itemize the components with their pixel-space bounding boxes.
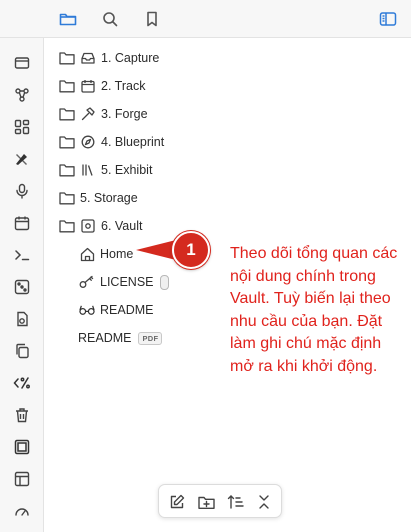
tabs-icon[interactable] [10, 51, 34, 75]
folder-row[interactable]: 3. Forge [59, 102, 148, 126]
file-row-license[interactable]: LICENSE [79, 270, 169, 294]
folder-icon [59, 190, 75, 206]
folder-row-open[interactable]: 6. Vault [59, 214, 142, 238]
sidebar-toggle-icon[interactable] [376, 7, 400, 31]
key-icon [79, 274, 95, 290]
collapse-icon[interactable] [254, 492, 274, 512]
folder-label: 6. Vault [101, 219, 143, 233]
file-row-home[interactable]: Home [79, 242, 133, 266]
glasses-icon [79, 302, 95, 318]
terminal-icon[interactable] [10, 243, 34, 267]
percent-icon[interactable] [10, 371, 34, 395]
left-ribbon [0, 38, 44, 532]
sort-icon[interactable] [225, 492, 245, 512]
folder-label: 3. Forge [101, 107, 148, 121]
safe-icon [80, 218, 96, 234]
inbox-icon [80, 50, 96, 66]
dice-icon[interactable] [10, 275, 34, 299]
calendar-icon [80, 78, 96, 94]
graph-icon[interactable] [10, 83, 34, 107]
folder-label: 4. Blueprint [101, 135, 165, 149]
folder-row[interactable]: 5. Storage [59, 186, 138, 210]
library-icon [80, 162, 96, 178]
callout-note: Theo dõi tổng quan các nội dung chính tr… [230, 245, 398, 375]
template-icon[interactable] [10, 467, 34, 491]
new-folder-icon[interactable] [196, 492, 216, 512]
file-row-readme-pdf[interactable]: README PDF [78, 326, 163, 350]
bookmark-icon[interactable] [140, 7, 164, 31]
search-icon[interactable] [98, 7, 122, 31]
folder-row[interactable]: 5. Exhibit [59, 158, 152, 182]
folder-row[interactable]: 1. Capture [59, 46, 159, 70]
import-icon[interactable] [10, 307, 34, 331]
folder-icon [59, 78, 75, 94]
explorer-bottom-toolbar [158, 484, 282, 518]
compass-icon [80, 134, 96, 150]
callout-arrow [136, 240, 176, 260]
file-label: README [100, 303, 154, 317]
gauge-icon[interactable] [10, 499, 34, 523]
folder-label: 1. Capture [101, 51, 160, 65]
folder-icon[interactable] [56, 7, 80, 31]
folder-icon [59, 218, 75, 234]
copy-icon[interactable] [10, 339, 34, 363]
canvas-icon[interactable] [10, 115, 34, 139]
new-note-icon[interactable] [167, 492, 187, 512]
trash-icon[interactable] [10, 403, 34, 427]
microphone-icon[interactable] [10, 179, 34, 203]
folder-label: 2. Track [101, 79, 146, 93]
callout-number-badge: 1 [172, 231, 210, 269]
file-extension-badge: PDF [138, 331, 163, 345]
hammer-icon [80, 106, 96, 122]
top-bar [0, 0, 411, 38]
file-row-readme[interactable]: README [79, 298, 153, 322]
file-label: README [78, 331, 132, 345]
calendar-icon[interactable] [10, 211, 34, 235]
folder-label: 5. Storage [80, 191, 138, 205]
file-label: LICENSE [100, 275, 154, 289]
home-icon [79, 246, 95, 262]
excalidraw-icon[interactable] [10, 147, 34, 171]
folder-icon [59, 134, 75, 150]
layers-icon[interactable] [10, 435, 34, 459]
file-extension-badge [159, 274, 169, 290]
folder-icon [59, 50, 75, 66]
folder-icon [59, 106, 75, 122]
folder-label: 5. Exhibit [101, 163, 153, 177]
folder-row[interactable]: 4. Blueprint [59, 130, 164, 154]
folder-row[interactable]: 2. Track [59, 74, 145, 98]
file-label: Home [100, 247, 134, 261]
folder-icon [59, 162, 75, 178]
